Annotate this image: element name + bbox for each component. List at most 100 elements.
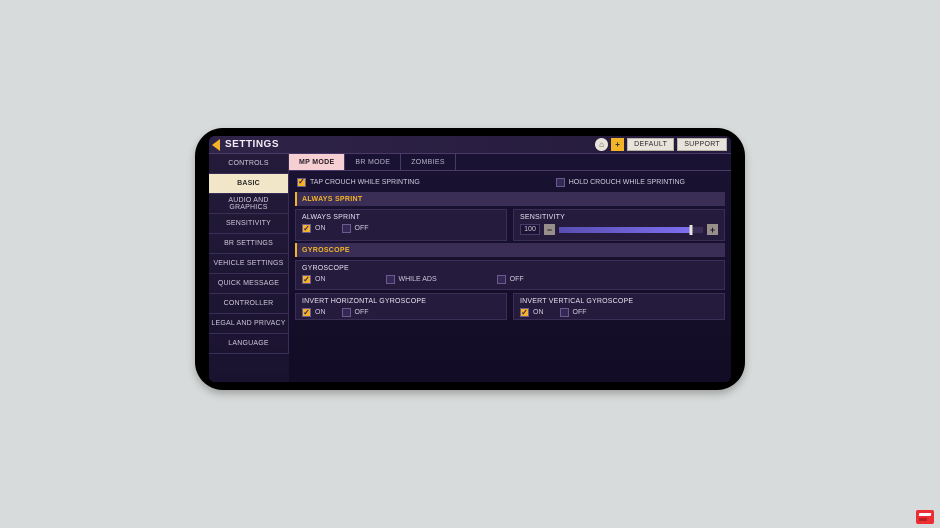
plus-icon: + bbox=[615, 140, 620, 149]
sidebar-item-label: CONTROLLER bbox=[224, 300, 274, 307]
tap-crouch-checkbox[interactable]: TAP CROUCH WHILE SPRINTING bbox=[297, 178, 420, 187]
sidebar-item-legal-privacy[interactable]: LEGAL AND PRIVACY bbox=[209, 314, 289, 334]
default-button[interactable]: DEFAULT bbox=[627, 138, 674, 151]
option-label: OFF bbox=[510, 276, 524, 283]
checkbox-label: TAP CROUCH WHILE SPRINTING bbox=[310, 179, 420, 186]
option-label: OFF bbox=[355, 309, 369, 316]
section-header-label: ALWAYS SPRINT bbox=[302, 196, 362, 203]
main-area: CONTROLS BASIC AUDIO AND GRAPHICS SENSIT… bbox=[209, 154, 731, 382]
sidebar-item-label: SENSITIVITY bbox=[226, 220, 271, 227]
invert-h-on[interactable]: ON bbox=[302, 308, 326, 317]
section-header-always-sprint: ALWAYS SPRINT bbox=[295, 192, 725, 206]
sensitivity-value: 100 bbox=[520, 224, 540, 235]
invert-v-on[interactable]: ON bbox=[520, 308, 544, 317]
sidebar-item-controls[interactable]: CONTROLS bbox=[209, 154, 289, 174]
sensitivity-plus-button[interactable]: + bbox=[707, 224, 718, 235]
panel-title: ALWAYS SPRINT bbox=[302, 214, 500, 221]
minus-icon: − bbox=[547, 225, 552, 235]
panel-title: GYROSCOPE bbox=[302, 265, 718, 272]
always-sprint-on[interactable]: ON bbox=[302, 224, 326, 233]
gyroscope-off[interactable]: OFF bbox=[497, 275, 524, 284]
content-area: MP MODE BR MODE ZOMBIES TAP CROUCH WHILE… bbox=[289, 154, 731, 382]
invert-vertical-panel: INVERT VERTICAL GYROSCOPE ON OFF bbox=[513, 293, 725, 320]
settings-scroll[interactable]: TAP CROUCH WHILE SPRINTING HOLD CROUCH W… bbox=[289, 171, 731, 382]
invert-h-off[interactable]: OFF bbox=[342, 308, 369, 317]
checkbox-label: HOLD CROUCH WHILE SPRINTING bbox=[569, 179, 685, 186]
back-icon[interactable] bbox=[212, 139, 220, 151]
tab-zombies[interactable]: ZOMBIES bbox=[401, 154, 456, 170]
sidebar-item-label: BASIC bbox=[237, 180, 260, 187]
sidebar-item-label: BR SETTINGS bbox=[224, 240, 273, 247]
crouch-row: TAP CROUCH WHILE SPRINTING HOLD CROUCH W… bbox=[295, 174, 725, 190]
phone-frame: SETTINGS ⌂ + DEFAULT SUPPORT CONTROLS BA… bbox=[195, 128, 745, 390]
option-label: ON bbox=[315, 276, 326, 283]
default-label: DEFAULT bbox=[634, 141, 667, 148]
app-screen: SETTINGS ⌂ + DEFAULT SUPPORT CONTROLS BA… bbox=[209, 136, 731, 382]
option-label: ON bbox=[533, 309, 544, 316]
sidebar-item-label: LEGAL AND PRIVACY bbox=[211, 320, 285, 327]
sensitivity-minus-button[interactable]: − bbox=[544, 224, 555, 235]
gyroscope-panel: GYROSCOPE ON WHILE ADS bbox=[295, 260, 725, 290]
checkbox-icon bbox=[342, 308, 351, 317]
option-label: ON bbox=[315, 309, 326, 316]
sidebar-item-basic[interactable]: BASIC bbox=[209, 174, 289, 194]
sidebar-item-audio-graphics[interactable]: AUDIO AND GRAPHICS bbox=[209, 194, 289, 214]
sidebar-item-label: VEHICLE SETTINGS bbox=[213, 260, 283, 267]
sidebar: CONTROLS BASIC AUDIO AND GRAPHICS SENSIT… bbox=[209, 154, 289, 382]
hold-crouch-checkbox[interactable]: HOLD CROUCH WHILE SPRINTING bbox=[556, 178, 685, 187]
tab-mp-mode[interactable]: MP MODE bbox=[289, 154, 345, 170]
gyroscope-while-ads[interactable]: WHILE ADS bbox=[386, 275, 437, 284]
sidebar-item-quick-message[interactable]: QUICK MESSAGE bbox=[209, 274, 289, 294]
home-button[interactable]: ⌂ bbox=[595, 138, 608, 151]
slider-fill bbox=[559, 227, 691, 233]
checkbox-icon bbox=[302, 224, 311, 233]
sidebar-item-language[interactable]: LANGUAGE bbox=[209, 334, 289, 354]
option-label: ON bbox=[315, 225, 326, 232]
plus-icon: + bbox=[710, 225, 715, 235]
sidebar-item-br-settings[interactable]: BR SETTINGS bbox=[209, 234, 289, 254]
checkbox-icon bbox=[342, 224, 351, 233]
checkbox-icon bbox=[302, 308, 311, 317]
tab-label: BR MODE bbox=[355, 159, 390, 166]
sidebar-item-label: QUICK MESSAGE bbox=[218, 280, 279, 287]
sensitivity-slider[interactable] bbox=[559, 227, 703, 233]
panel-title: INVERT HORIZONTAL GYROSCOPE bbox=[302, 298, 500, 305]
checkbox-icon bbox=[386, 275, 395, 284]
gyroscope-on[interactable]: ON bbox=[302, 275, 326, 284]
always-sprint-panel: ALWAYS SPRINT ON OFF bbox=[295, 209, 507, 241]
mode-tabs: MP MODE BR MODE ZOMBIES bbox=[289, 154, 731, 171]
home-icon: ⌂ bbox=[599, 140, 604, 149]
checkbox-icon bbox=[520, 308, 529, 317]
watermark-logo bbox=[916, 510, 934, 524]
invert-v-off[interactable]: OFF bbox=[560, 308, 587, 317]
always-sprint-off[interactable]: OFF bbox=[342, 224, 369, 233]
header-bar: SETTINGS ⌂ + DEFAULT SUPPORT bbox=[209, 136, 731, 154]
tab-br-mode[interactable]: BR MODE bbox=[345, 154, 401, 170]
option-label: OFF bbox=[573, 309, 587, 316]
sidebar-item-vehicle-settings[interactable]: VEHICLE SETTINGS bbox=[209, 254, 289, 274]
sensitivity-panel: SENSITIVITY 100 − + bbox=[513, 209, 725, 241]
invert-horizontal-panel: INVERT HORIZONTAL GYROSCOPE ON OFF bbox=[295, 293, 507, 320]
support-button[interactable]: SUPPORT bbox=[677, 138, 727, 151]
invert-gyro-row: INVERT HORIZONTAL GYROSCOPE ON OFF bbox=[295, 293, 725, 320]
checkbox-icon bbox=[556, 178, 565, 187]
always-sprint-row: ALWAYS SPRINT ON OFF bbox=[295, 209, 725, 241]
tab-label: ZOMBIES bbox=[411, 159, 445, 166]
checkbox-icon bbox=[302, 275, 311, 284]
option-label: WHILE ADS bbox=[399, 276, 437, 283]
support-label: SUPPORT bbox=[684, 141, 720, 148]
option-label: OFF bbox=[355, 225, 369, 232]
add-button[interactable]: + bbox=[611, 138, 624, 151]
tab-label: MP MODE bbox=[299, 159, 334, 166]
section-header-gyroscope: GYROSCOPE bbox=[295, 243, 725, 257]
checkbox-icon bbox=[560, 308, 569, 317]
sidebar-item-controller[interactable]: CONTROLLER bbox=[209, 294, 289, 314]
sidebar-item-label: CONTROLS bbox=[228, 160, 269, 167]
sidebar-item-label: LANGUAGE bbox=[228, 340, 269, 347]
slider-thumb bbox=[690, 225, 693, 235]
sidebar-item-sensitivity[interactable]: SENSITIVITY bbox=[209, 214, 289, 234]
checkbox-icon bbox=[297, 178, 306, 187]
sidebar-item-label: AUDIO AND GRAPHICS bbox=[211, 197, 286, 211]
page-title: SETTINGS bbox=[225, 139, 592, 150]
checkbox-icon bbox=[497, 275, 506, 284]
